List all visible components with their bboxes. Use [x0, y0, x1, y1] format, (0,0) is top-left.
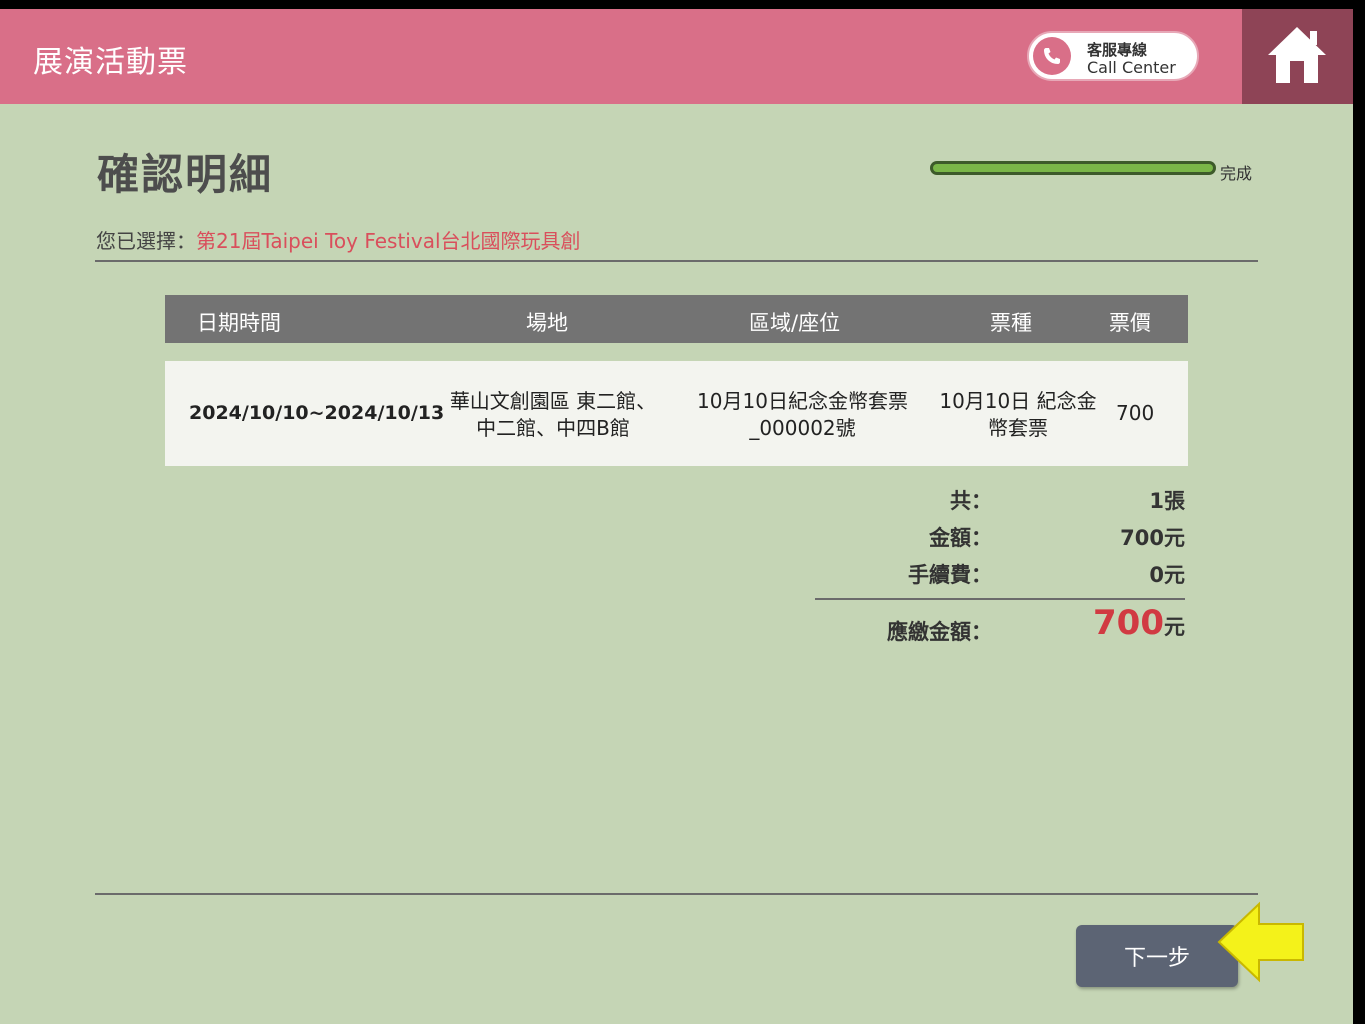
count-value: 1張	[1149, 489, 1185, 513]
next-step-button[interactable]: 下一步	[1076, 925, 1238, 987]
cell-venue-line2: 中二館、中四B館	[476, 416, 630, 440]
cell-venue: 華山文創園區 東二館、 中二館、中四B館	[438, 388, 668, 442]
home-button[interactable]	[1242, 9, 1353, 104]
header-bar: 展演活動票 客服專線 Call Center	[0, 9, 1353, 104]
header-price: 票價	[1109, 311, 1151, 335]
total-amount: 700	[1093, 603, 1164, 643]
selected-event-line: 您已選擇：第21屆Taipei Toy Festival台北國際玩具創	[96, 225, 581, 254]
header-venue: 場地	[526, 311, 568, 335]
count-label: 共：	[950, 489, 992, 513]
header-ticket-type: 票種	[990, 311, 1032, 335]
table-header: 日期時間 場地 區域/座位 票種 票價	[165, 295, 1188, 343]
cell-type-line2: 幣套票	[988, 416, 1048, 440]
cell-price: 700	[1116, 401, 1155, 425]
call-center-label: 客服專線	[1087, 41, 1148, 59]
call-center-button[interactable]: 客服專線 Call Center	[1027, 31, 1199, 81]
cell-datetime: 2024/10/10~2024/10/13	[189, 402, 445, 424]
cell-area-line2: _000002號	[749, 416, 856, 440]
divider-bottom	[95, 893, 1258, 895]
progress-bar-fill	[933, 164, 1213, 172]
cell-area-seat: 10月10日紀念金幣套票 _000002號	[685, 388, 920, 442]
total-value: 700元	[1093, 603, 1185, 643]
app-frame: 展演活動票 客服專線 Call Center 確認明細 完成 您已選擇：第21屆…	[0, 9, 1353, 1024]
header-title: 展演活動票	[33, 45, 188, 80]
cell-venue-line1: 華山文創園區 東二館、	[449, 389, 657, 413]
total-label: 應繳金額：	[887, 620, 992, 644]
progress-label: 完成	[1220, 164, 1253, 183]
phone-icon	[1033, 37, 1071, 75]
cell-type-line1: 10月10日 紀念金	[939, 389, 1097, 413]
amount-value: 700元	[1120, 526, 1185, 550]
total-unit: 元	[1164, 615, 1185, 639]
cell-ticket-type: 10月10日 紀念金 幣套票	[932, 388, 1104, 442]
pointer-arrow-icon	[1217, 901, 1304, 983]
call-center-label-en: Call Center	[1087, 58, 1176, 77]
cell-area-line1: 10月10日紀念金幣套票	[697, 389, 908, 413]
table-row: 2024/10/10~2024/10/13 華山文創園區 東二館、 中二館、中四…	[165, 361, 1188, 466]
page-title: 確認明細	[97, 150, 274, 199]
progress-bar	[930, 161, 1216, 175]
summary-divider	[815, 598, 1185, 600]
header-datetime: 日期時間	[197, 311, 281, 335]
header-area-seat: 區域/座位	[749, 311, 841, 335]
fee-value: 0元	[1149, 563, 1185, 587]
selected-event-name: 第21屆Taipei Toy Festival台北國際玩具創	[196, 229, 581, 253]
fee-label: 手續費：	[908, 563, 992, 587]
amount-label: 金額：	[929, 526, 992, 550]
divider	[95, 260, 1258, 262]
selected-prefix: 您已選擇：	[96, 229, 196, 253]
home-icon	[1268, 27, 1326, 83]
